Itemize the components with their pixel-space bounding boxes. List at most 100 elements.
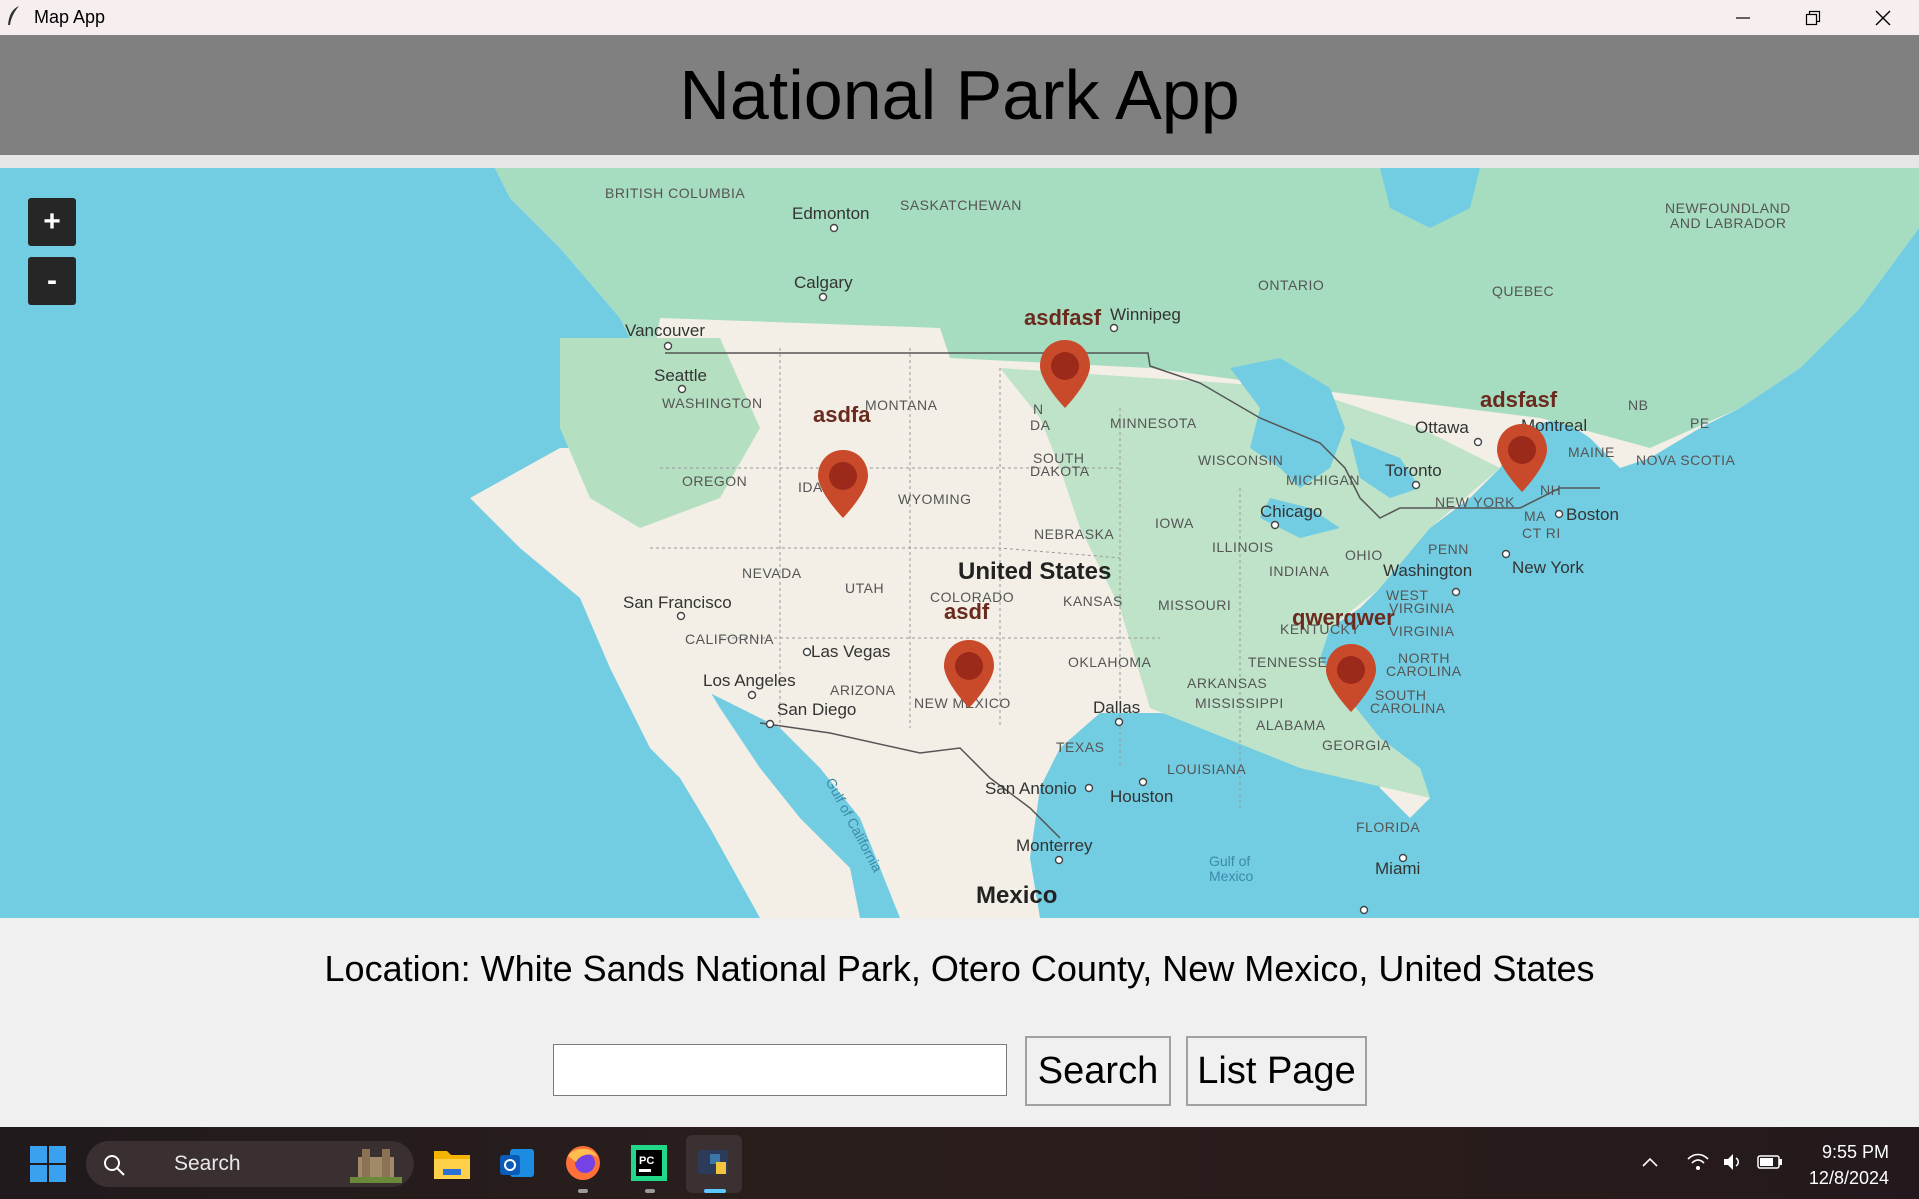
map-label-united-states: United States [958, 558, 1111, 585]
map-label-washington-dc: Washington [1383, 561, 1472, 580]
header-divider [0, 155, 1919, 168]
python-icon[interactable] [696, 1144, 734, 1182]
running-indicator [645, 1189, 655, 1193]
search-input[interactable] [553, 1044, 1007, 1096]
map-label-montana: MONTANA [865, 397, 938, 413]
search-icon [104, 1155, 125, 1176]
restore-button[interactable] [1778, 0, 1848, 35]
pycharm-icon[interactable]: PC [630, 1144, 668, 1182]
map-label-virginia: VIRGINIA [1389, 623, 1455, 639]
battery-icon[interactable] [1757, 1154, 1783, 1170]
map-label-nova-scotia: NOVA SCOTIA [1636, 452, 1736, 468]
minimize-button[interactable] [1708, 0, 1778, 35]
map-label-san-diego: San Diego [777, 700, 856, 719]
map-canvas: BRITISH COLUMBIA SASKATCHEWAN ONTARIO QU… [470, 168, 1919, 918]
firefox-icon[interactable] [564, 1144, 602, 1182]
map-label-calgary: Calgary [794, 273, 853, 292]
map-label-alabama: ALABAMA [1256, 717, 1326, 733]
map-label-san-antonio: San Antonio [985, 779, 1077, 798]
marker-label: asdfa [813, 402, 871, 427]
map-label-pe: PE [1690, 415, 1710, 431]
map-label-nevada: NEVADA [742, 565, 802, 581]
map-label-ottawa: Ottawa [1415, 418, 1469, 437]
map-label-arizona: ARIZONA [830, 682, 896, 698]
list-page-button[interactable]: List Page [1186, 1036, 1367, 1106]
map-label-los-angeles: Los Angeles [703, 671, 796, 690]
map-label-vancouver: Vancouver [625, 321, 705, 340]
zoom-in-button[interactable]: + [28, 198, 76, 246]
volume-icon[interactable] [1722, 1152, 1744, 1172]
map-label-oregon: OREGON [682, 473, 747, 489]
svg-text:PC: PC [639, 1155, 654, 1167]
map-label-washington: WASHINGTON [662, 395, 763, 411]
map-label-monterrey: Monterrey [1016, 836, 1093, 855]
app-header: National Park App [0, 35, 1919, 155]
taskbar-search[interactable]: Search [86, 1141, 414, 1187]
map-label-indiana: INDIANA [1269, 563, 1329, 579]
map-label-edmonton: Edmonton [792, 204, 870, 223]
map-label-louisiana: LOUISIANA [1167, 761, 1246, 777]
zoom-out-button[interactable]: - [28, 257, 76, 305]
map-label-florida: FLORIDA [1356, 819, 1420, 835]
marker-label: adsfasf [1480, 387, 1558, 412]
window-titlebar: Map App [0, 0, 1919, 35]
active-indicator [704, 1189, 726, 1193]
map-label-new-york-state: NEW YORK [1435, 494, 1515, 510]
map-label-ontario: ONTARIO [1258, 277, 1324, 293]
map-label-penn: PENN [1428, 541, 1469, 557]
map-view[interactable]: BRITISH COLUMBIA SASKATCHEWAN ONTARIO QU… [0, 168, 1919, 918]
minimize-icon [1736, 16, 1750, 19]
wifi-icon[interactable] [1686, 1152, 1710, 1172]
taskbar: Search PC 9:55 PM 12/8/2024 [0, 1127, 1919, 1199]
map-label-mississippi: MISSISSIPPI [1195, 695, 1284, 711]
map-label-new-york-city: New York [1512, 558, 1584, 577]
map-label-san-francisco: San Francisco [623, 593, 732, 612]
restore-icon [1805, 10, 1821, 25]
location-label: Location: White Sands National Park, Ote… [324, 948, 1595, 989]
map-label-tennessee: TENNESSEE [1248, 654, 1337, 670]
map-label-dallas: Dallas [1093, 698, 1140, 717]
map-label-wv-2: VIRGINIA [1389, 600, 1455, 616]
map-label-nb: NB [1628, 397, 1648, 413]
marker-label: asdfasf [1024, 305, 1102, 330]
close-button[interactable] [1848, 0, 1918, 35]
map-label-nc-2: CAROLINA [1386, 663, 1462, 679]
outlook-icon[interactable] [498, 1145, 536, 1181]
map-label-bc: BRITISH COLUMBIA [605, 185, 745, 201]
close-icon [1875, 10, 1891, 25]
chevron-up-icon[interactable] [1641, 1155, 1659, 1169]
clock-time: 9:55 PM [1821, 1142, 1889, 1162]
search-button[interactable]: Search [1025, 1036, 1171, 1106]
map-label-sc-2: CAROLINA [1370, 700, 1446, 716]
marker-label: qwerqwer [1292, 605, 1395, 630]
page-title: National Park App [679, 56, 1240, 134]
map-label-miami: Miami [1375, 859, 1420, 878]
map-label-chicago: Chicago [1260, 502, 1322, 521]
map-label-california: CALIFORNIA [685, 631, 774, 647]
map-label-newfoundland-1: NEWFOUNDLAND [1665, 200, 1791, 216]
file-explorer-icon[interactable] [433, 1145, 471, 1181]
windows-start-icon[interactable] [30, 1146, 66, 1182]
map-label-wyoming: WYOMING [898, 491, 972, 507]
map-label-houston: Houston [1110, 787, 1173, 806]
clock-date: 12/8/2024 [1808, 1168, 1889, 1188]
taskbar-search-label: Search [174, 1152, 241, 1175]
feather-icon [8, 6, 19, 25]
map-label-saskatchewan: SASKATCHEWAN [900, 197, 1022, 213]
map-label-iowa: IOWA [1155, 515, 1194, 531]
map-label-oklahoma: OKLAHOMA [1068, 654, 1152, 670]
map-label-georgia: GEORGIA [1322, 737, 1391, 753]
map-label-wisconsin: WISCONSIN [1198, 452, 1283, 468]
map-label-ma: MA [1524, 508, 1546, 524]
map-label-illinois: ILLINOIS [1212, 539, 1274, 555]
map-label-arkansas: ARKANSAS [1187, 675, 1267, 691]
map-label-nebraska: NEBRASKA [1034, 526, 1114, 542]
map-label-winnipeg: Winnipeg [1110, 305, 1181, 324]
map-label-boston: Boston [1566, 505, 1619, 524]
clock[interactable]: 9:55 PM 12/8/2024 [1809, 1139, 1889, 1191]
map-label-newfoundland-2: AND LABRADOR [1670, 215, 1786, 231]
running-indicator [578, 1189, 588, 1193]
map-label-maine: MAINE [1568, 444, 1615, 460]
map-label-michigan: MICHIGAN [1286, 472, 1360, 488]
cathedral-icon [350, 1149, 402, 1183]
